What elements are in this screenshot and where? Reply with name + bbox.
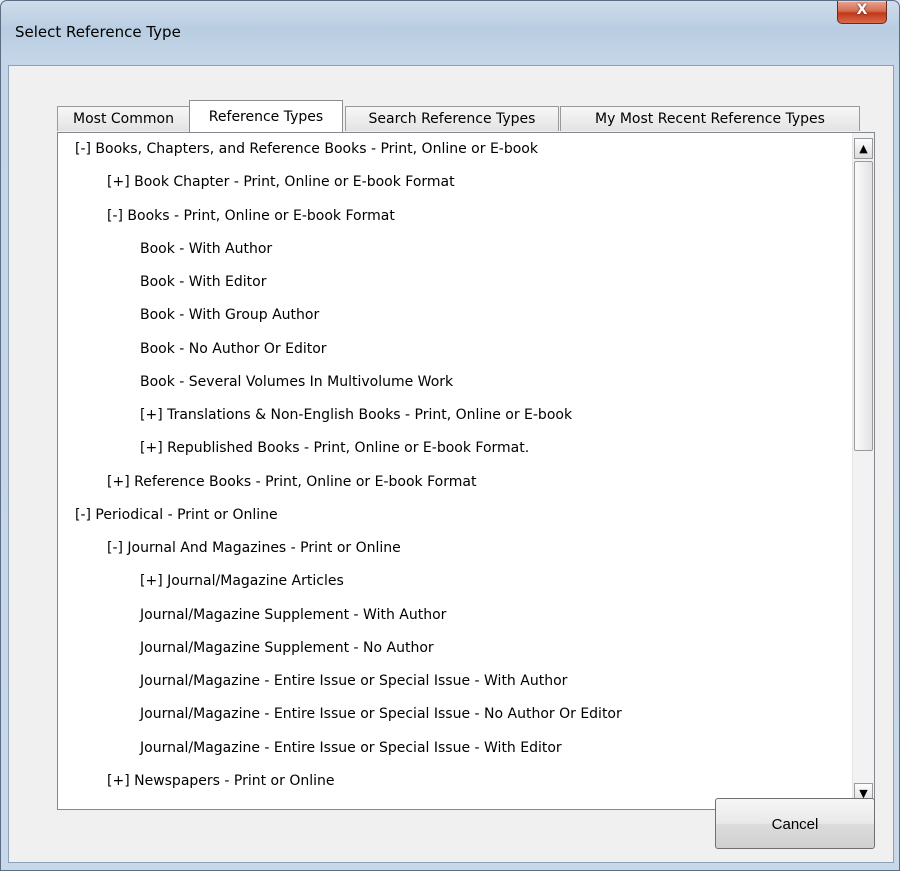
list-item[interactable]: Journal/Magazine - Entire Issue or Speci… [58,732,874,765]
tab-reference-types[interactable]: Reference Types [189,100,343,132]
close-icon: X [856,2,868,18]
list-item[interactable]: [-] Books, Chapters, and Reference Books… [58,133,874,166]
list-item[interactable]: Book - Several Volumes In Multivolume Wo… [58,366,874,399]
list-item[interactable]: [+] Translations & Non-English Books - P… [58,399,874,432]
list-item[interactable]: [+] Reference Books - Print, Online or E… [58,466,874,499]
close-button[interactable]: X [837,1,887,24]
cancel-button[interactable]: Cancel [715,798,875,849]
arrow-up-icon: ▲ [859,142,868,155]
list-item[interactable]: [+] Book Chapter - Print, Online or E-bo… [58,166,874,199]
vertical-scrollbar[interactable]: ▲ ▼ [852,133,874,809]
list-item[interactable]: [-] Periodical - Print or Online [58,499,874,532]
list-item[interactable]: Book - With Author [58,233,874,266]
list-item[interactable]: Journal/Magazine Supplement - No Author [58,632,874,665]
tab-most-common[interactable]: Most Common [57,106,190,131]
reference-type-list[interactable]: [-] Books, Chapters, and Reference Books… [57,132,875,810]
title-bar: Select Reference Type X [1,1,899,65]
list-item[interactable]: Journal/Magazine Supplement - With Autho… [58,599,874,632]
tab-my-most-recent[interactable]: My Most Recent Reference Types [560,106,860,131]
list-item[interactable]: Journal/Magazine - Entire Issue or Speci… [58,698,874,731]
list-item[interactable]: Journal/Magazine - Entire Issue or Speci… [58,665,874,698]
dialog-client-area: Most Common Reference Types Search Refer… [8,65,894,863]
list-item[interactable]: Book - With Editor [58,266,874,299]
list-item[interactable]: [-] Books - Print, Online or E-book Form… [58,200,874,233]
list-item[interactable]: [+] Journal/Magazine Articles [58,565,874,598]
window-title: Select Reference Type [15,23,181,41]
scroll-up-button[interactable]: ▲ [854,138,873,159]
scrollbar-thumb[interactable] [854,161,873,451]
list-item[interactable]: [+] Republished Books - Print, Online or… [58,432,874,465]
list-item[interactable]: [-] Journal And Magazines - Print or Onl… [58,532,874,565]
list-item[interactable]: Book - No Author Or Editor [58,333,874,366]
tab-search-reference-types[interactable]: Search Reference Types [345,106,559,131]
list-item[interactable]: [+] Newspapers - Print or Online [58,765,874,798]
list-item[interactable]: Book - With Group Author [58,299,874,332]
dialog-window: Select Reference Type X Most Common Refe… [0,0,900,871]
